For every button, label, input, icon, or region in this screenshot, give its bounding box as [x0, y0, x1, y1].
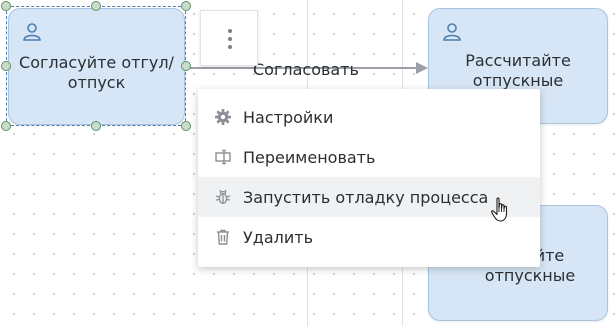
- user-icon: [23, 23, 41, 41]
- resize-handle[interactable]: [91, 1, 101, 11]
- rename-icon: [215, 149, 231, 165]
- task-label: Рассчитайте отпускные: [465, 51, 571, 90]
- trash-icon: [217, 229, 229, 245]
- resize-handle[interactable]: [1, 1, 11, 11]
- resize-handle[interactable]: [1, 121, 11, 131]
- menu-item-label: Переименовать: [243, 147, 376, 167]
- resize-handle[interactable]: [1, 61, 11, 71]
- more-actions-button[interactable]: [200, 10, 258, 66]
- user-icon: [443, 23, 461, 41]
- resize-handle[interactable]: [91, 121, 101, 131]
- menu-item-label: Настройки: [243, 107, 334, 127]
- gear-icon: [215, 109, 231, 125]
- task-approve-leave[interactable]: Согласуйте отгул/ отпуск: [8, 8, 185, 125]
- task-label: Согласуйте отгул/ отпуск: [19, 53, 174, 92]
- menu-item-label: Удалить: [243, 227, 313, 247]
- bug-icon: [215, 189, 231, 204]
- menu-item-label: Запустить отладку процесса: [243, 187, 489, 207]
- hand-cursor-icon: [491, 197, 508, 222]
- menu-item-start-debug[interactable]: Запустить отладку процесса: [198, 177, 540, 217]
- more-vertical-icon: [228, 29, 232, 49]
- flow-label: Согласовать: [253, 60, 359, 79]
- resize-handle[interactable]: [181, 121, 191, 131]
- menu-item-settings[interactable]: Настройки: [198, 97, 540, 137]
- resize-handle[interactable]: [181, 61, 191, 71]
- resize-handle[interactable]: [181, 1, 191, 11]
- menu-item-rename[interactable]: Переименовать: [198, 137, 540, 177]
- context-menu: Настройки Переименовать Запустить отладк…: [198, 89, 540, 267]
- menu-item-delete[interactable]: Удалить: [198, 217, 540, 257]
